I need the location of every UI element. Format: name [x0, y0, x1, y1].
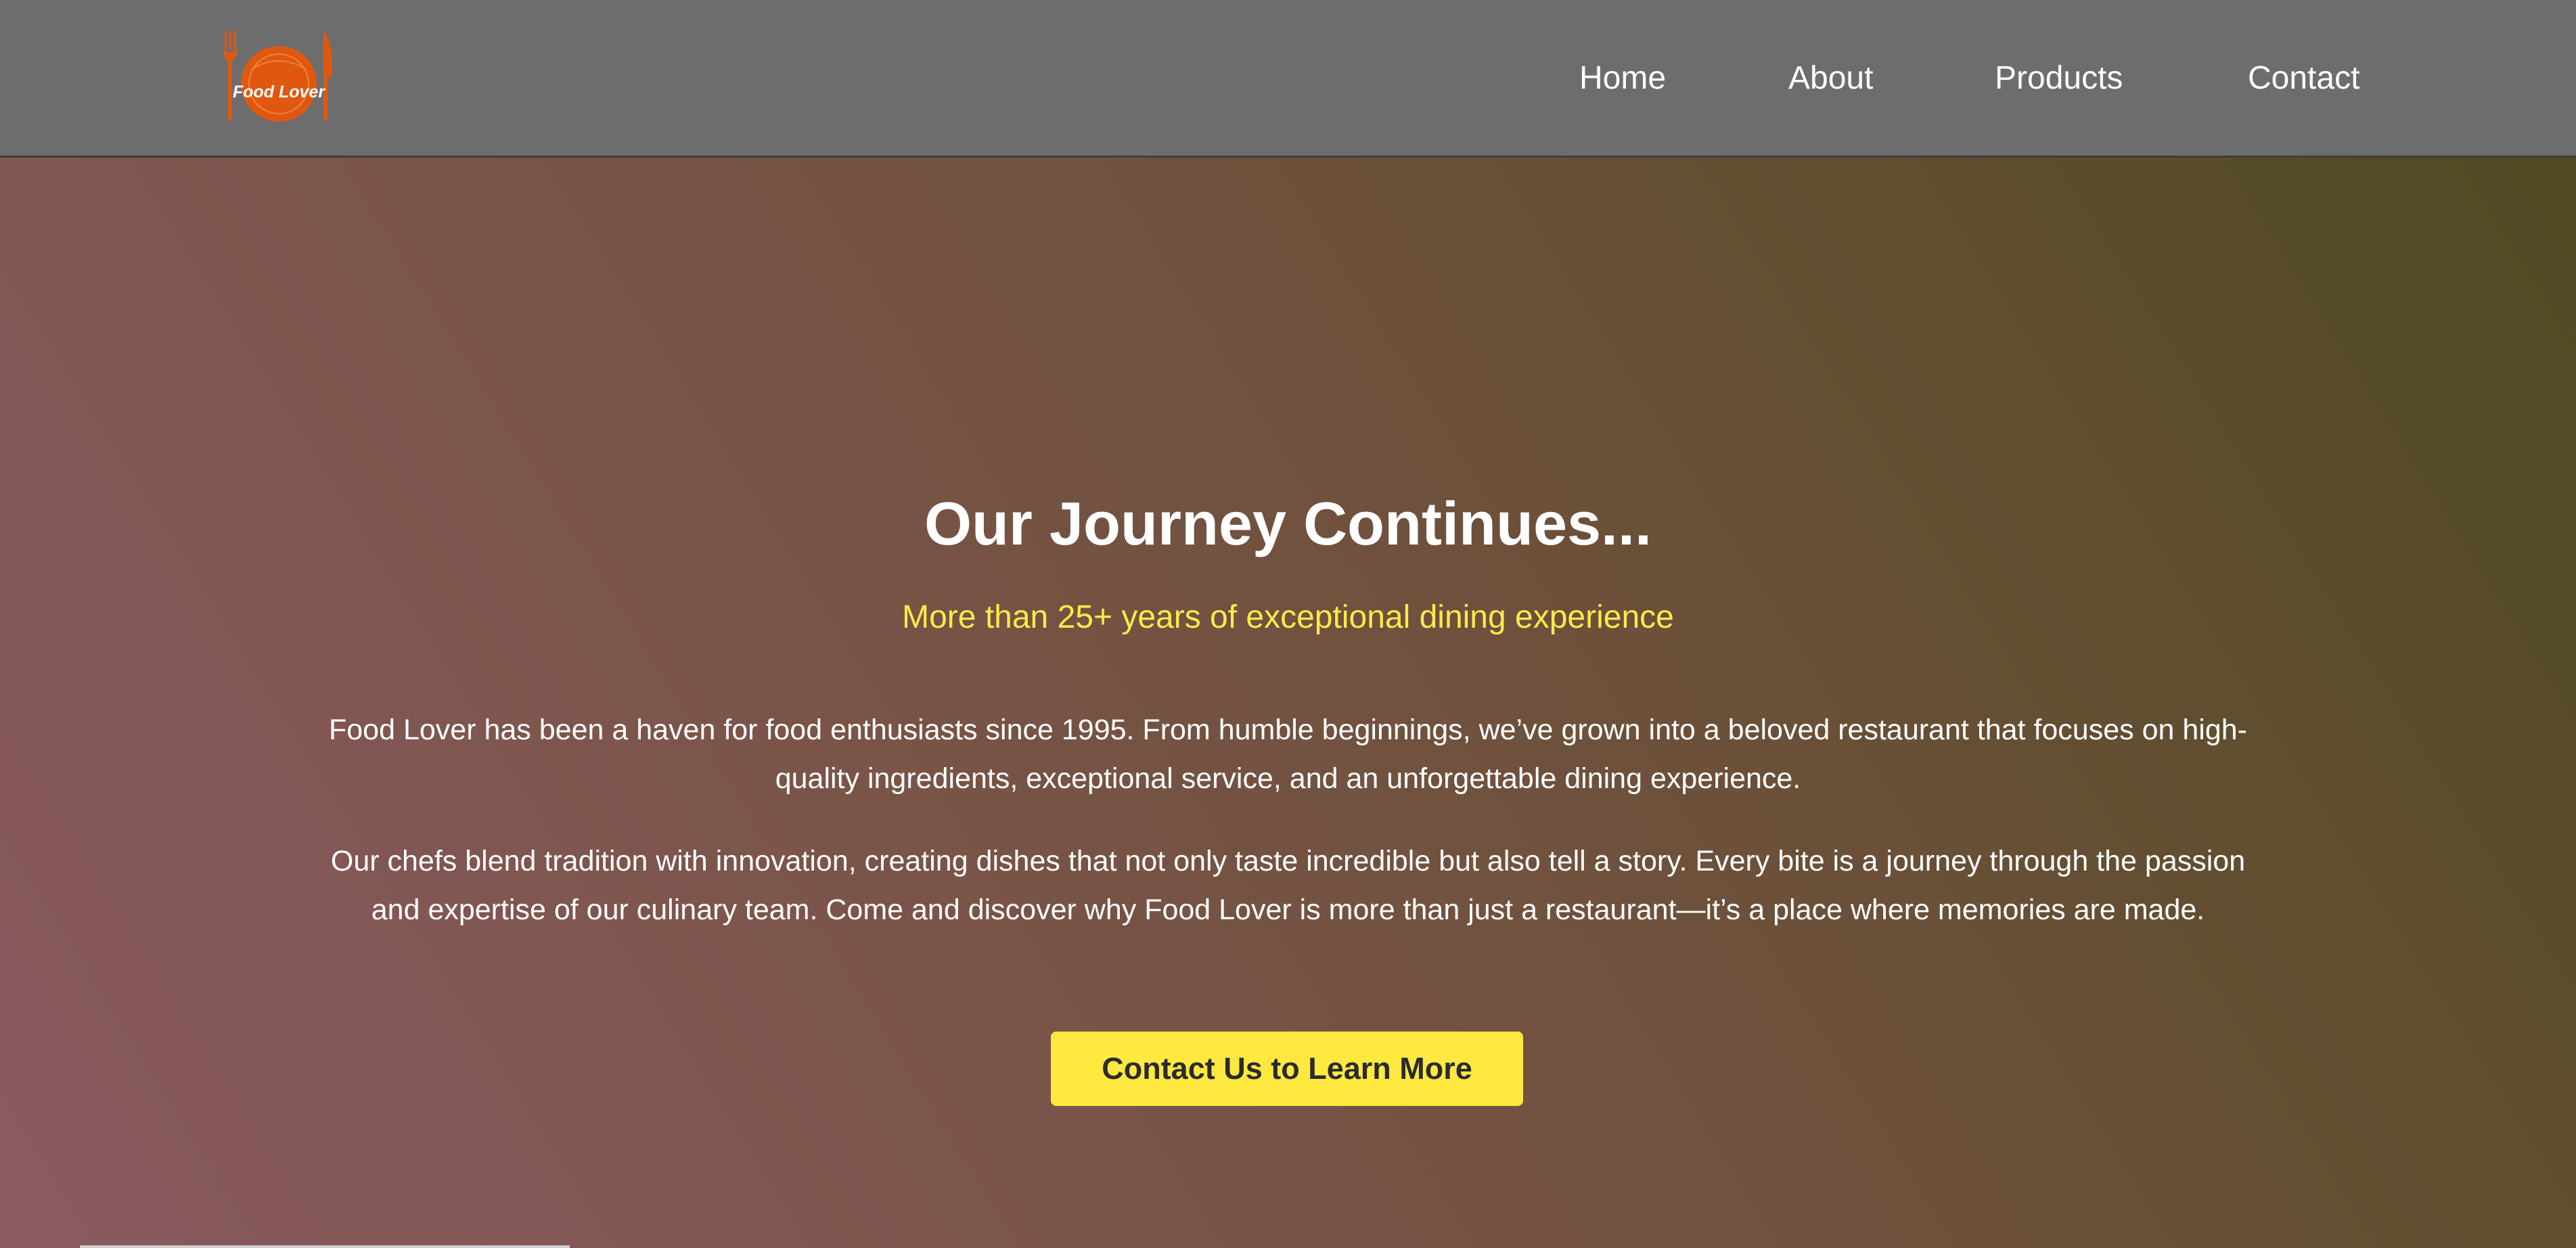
hero-section: Our Journey Continues... More than 25+ y…: [0, 158, 2576, 1248]
hero-title: Our Journey Continues...: [924, 490, 1652, 558]
horizontal-scrollbar[interactable]: [80, 1245, 570, 1248]
nav-home-link[interactable]: Home: [1579, 58, 1666, 99]
hero-paragraph: Food Lover has been a haven for food ent…: [329, 714, 2247, 795]
nav-about-link[interactable]: About: [1788, 58, 1873, 99]
page: Food Lover Home About Products Contact O…: [0, 0, 2576, 1248]
navbar: Food Lover Home About Products Contact: [0, 0, 2576, 158]
hero-paragraph: Our chefs blend tradition with innovatio…: [330, 845, 2246, 926]
nav-contact-link[interactable]: Contact: [2248, 58, 2359, 99]
nav-products-link[interactable]: Products: [1995, 58, 2123, 99]
main-nav: Home About Products Contact: [0, 58, 2576, 99]
contact-cta-button[interactable]: Contact Us to Learn More: [1051, 1032, 1523, 1106]
hero-subtitle: More than 25+ years of exceptional dinin…: [902, 599, 1674, 635]
